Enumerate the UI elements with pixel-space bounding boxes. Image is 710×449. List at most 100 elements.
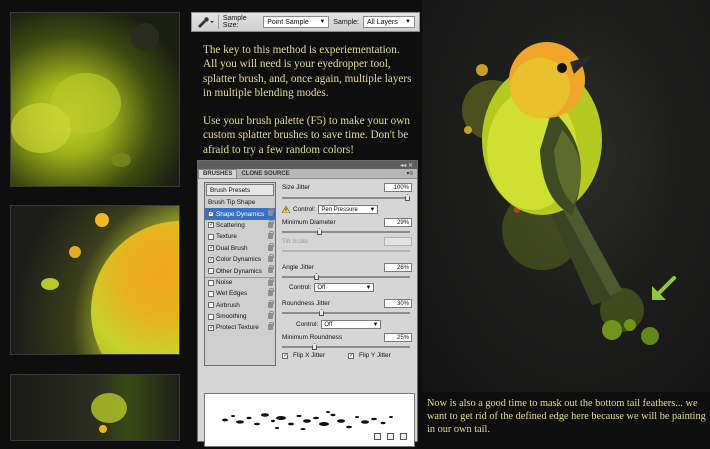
tilt-scale-row: Tilt Scale: [282, 237, 412, 246]
flip-y-checkbox[interactable]: ✓: [348, 352, 354, 359]
lock-icon[interactable]: [268, 208, 274, 217]
control-label: Control:: [293, 206, 316, 213]
size-jitter-row: Size Jitter 100%: [282, 183, 412, 192]
list-item-label: Brush Presets: [210, 186, 251, 194]
sample-size-select[interactable]: Point Sample ▼: [263, 16, 330, 28]
checkbox-checked[interactable]: ✓: [208, 324, 214, 331]
palette-titlebar[interactable]: ◂◂ ✕: [198, 161, 417, 169]
lock-icon[interactable]: [268, 288, 274, 297]
roundness-jitter-input[interactable]: 30%: [384, 299, 412, 308]
list-item-scattering[interactable]: ✓ Scattering: [205, 219, 275, 231]
roundness-jitter-row: Roundness Jitter 30%: [282, 299, 412, 308]
checkbox-checked[interactable]: ✓: [208, 222, 214, 229]
list-item-airbrush[interactable]: Airbrush: [205, 299, 275, 311]
list-item-noise[interactable]: Noise: [205, 276, 275, 288]
angle-control-row: Control: Off ▼: [289, 283, 375, 292]
lock-icon[interactable]: [268, 299, 274, 308]
warning-icon: [282, 206, 290, 213]
toggle-view-icon[interactable]: [387, 432, 394, 440]
slider-handle[interactable]: [317, 228, 322, 235]
list-item-smoothing[interactable]: Smoothing: [205, 310, 275, 322]
chevron-down-icon: ▼: [372, 321, 379, 328]
min-roundness-slider[interactable]: [282, 343, 410, 350]
checkbox-unchecked[interactable]: [208, 279, 214, 286]
tool-preset-picker[interactable]: [196, 15, 214, 29]
brushes-palette: ◂◂ ✕ BRUSHES CLONE SOURCE ▾≡ Brush Prese…: [197, 160, 418, 447]
eyedropper-icon: [198, 17, 214, 28]
flip-x-checkbox[interactable]: ✓: [282, 352, 288, 359]
min-diameter-slider[interactable]: [282, 228, 410, 235]
size-jitter-slider[interactable]: [282, 194, 410, 201]
angle-jitter-slider[interactable]: [282, 273, 410, 280]
lock-icon[interactable]: [268, 322, 274, 331]
eyedropper-options-bar: Sample Size: Point Sample ▼ Sample: All …: [191, 12, 420, 32]
lock-icon[interactable]: [268, 310, 274, 319]
lock-icon[interactable]: [268, 231, 274, 240]
control-label: Control:: [296, 321, 319, 328]
palette-body: Brush Presets Brush Tip Shape ✓ Shape Dyn…: [200, 181, 415, 447]
control-value: Off: [317, 284, 326, 291]
list-item-dual-brush[interactable]: ✓ Dual Brush: [205, 242, 275, 254]
slider-handle[interactable]: [405, 194, 410, 201]
collapse-double-arrow-icon[interactable]: ◂◂ ✕: [400, 162, 413, 169]
list-item-label: Protect Texture: [216, 324, 259, 332]
brush-options-list: Brush Presets Brush Tip Shape ✓ Shape Dyn…: [204, 182, 276, 366]
checkbox-unchecked[interactable]: [208, 302, 214, 309]
checkbox-unchecked[interactable]: [208, 268, 214, 275]
size-jitter-input[interactable]: 100%: [384, 183, 412, 192]
palette-menu-icon[interactable]: ▾≡: [406, 170, 413, 177]
slider-handle[interactable]: [312, 343, 317, 350]
list-item-brush-presets[interactable]: Brush Presets: [206, 184, 274, 196]
lock-icon[interactable]: [268, 253, 274, 262]
chevron-down-icon: ▼: [319, 19, 326, 25]
list-item-color-dynamics[interactable]: ✓ Color Dynamics: [205, 253, 275, 265]
lock-icon[interactable]: [268, 265, 274, 274]
lock-icon[interactable]: [268, 277, 274, 286]
lock-icon[interactable]: [268, 242, 274, 251]
toolbar-separator: [218, 15, 219, 29]
slider-handle[interactable]: [319, 309, 324, 316]
lock-icon[interactable]: [268, 219, 274, 228]
list-item-label: Shape Dynamics: [216, 210, 265, 218]
palette-tabs: BRUSHES CLONE SOURCE ▾≡: [198, 169, 417, 179]
size-control-row: Control: Pen Pressure ▼: [282, 205, 379, 214]
checkbox-checked[interactable]: ✓: [208, 245, 214, 252]
list-item-brush-tip-shape[interactable]: Brush Tip Shape: [205, 197, 275, 208]
chevron-down-icon: ▼: [365, 284, 372, 291]
orange-splatter: [95, 213, 109, 227]
delete-brush-icon[interactable]: [400, 432, 407, 440]
list-item-wet-edges[interactable]: Wet Edges: [205, 288, 275, 299]
angle-jitter-label: Angle Jitter: [282, 264, 314, 271]
roundness-jitter-slider[interactable]: [282, 309, 410, 316]
min-diameter-label: Minimum Diameter: [282, 219, 336, 226]
checkbox-unchecked[interactable]: [208, 233, 214, 240]
arrow-icon: [652, 276, 676, 300]
list-item-shape-dynamics[interactable]: ✓ Shape Dynamics: [205, 208, 275, 220]
tab-brushes[interactable]: BRUSHES: [198, 169, 238, 178]
list-item-other-dynamics[interactable]: Other Dynamics: [205, 265, 275, 276]
tilt-scale-label: Tilt Scale: [282, 238, 309, 245]
list-item-protect-texture[interactable]: ✓ Protect Texture: [205, 322, 275, 333]
checkbox-unchecked[interactable]: [208, 290, 214, 297]
slider-handle[interactable]: [314, 273, 319, 280]
checkbox-checked[interactable]: ✓: [208, 256, 214, 263]
shape-dynamics-settings: Size Jitter 100% Control: Pen Pressure ▼ …: [282, 181, 415, 371]
list-item-texture[interactable]: Texture: [205, 231, 275, 242]
orange-splatter: [69, 246, 81, 258]
min-roundness-input[interactable]: 25%: [384, 333, 412, 342]
checkbox-checked[interactable]: ✓: [208, 211, 214, 218]
angle-jitter-input[interactable]: 26%: [384, 263, 412, 272]
roundness-control-select[interactable]: Off ▼: [321, 320, 382, 329]
min-diameter-input[interactable]: 29%: [384, 218, 412, 227]
splatter-blob: [111, 153, 131, 167]
size-control-select[interactable]: Pen Pressure ▼: [318, 205, 379, 214]
angle-control-select[interactable]: Off ▼: [314, 283, 375, 292]
tip-paragraph: Use your brush palette (F5) to make your…: [203, 115, 410, 156]
sample-layers-select[interactable]: All Layers ▼: [362, 16, 415, 28]
chevron-down-icon: ▼: [405, 19, 411, 25]
splatter-blob: [11, 103, 71, 153]
min-roundness-label: Minimum Roundness: [282, 334, 343, 341]
tab-clone-source[interactable]: CLONE SOURCE: [237, 170, 293, 178]
new-brush-icon[interactable]: [374, 432, 381, 440]
checkbox-unchecked[interactable]: [208, 313, 214, 320]
